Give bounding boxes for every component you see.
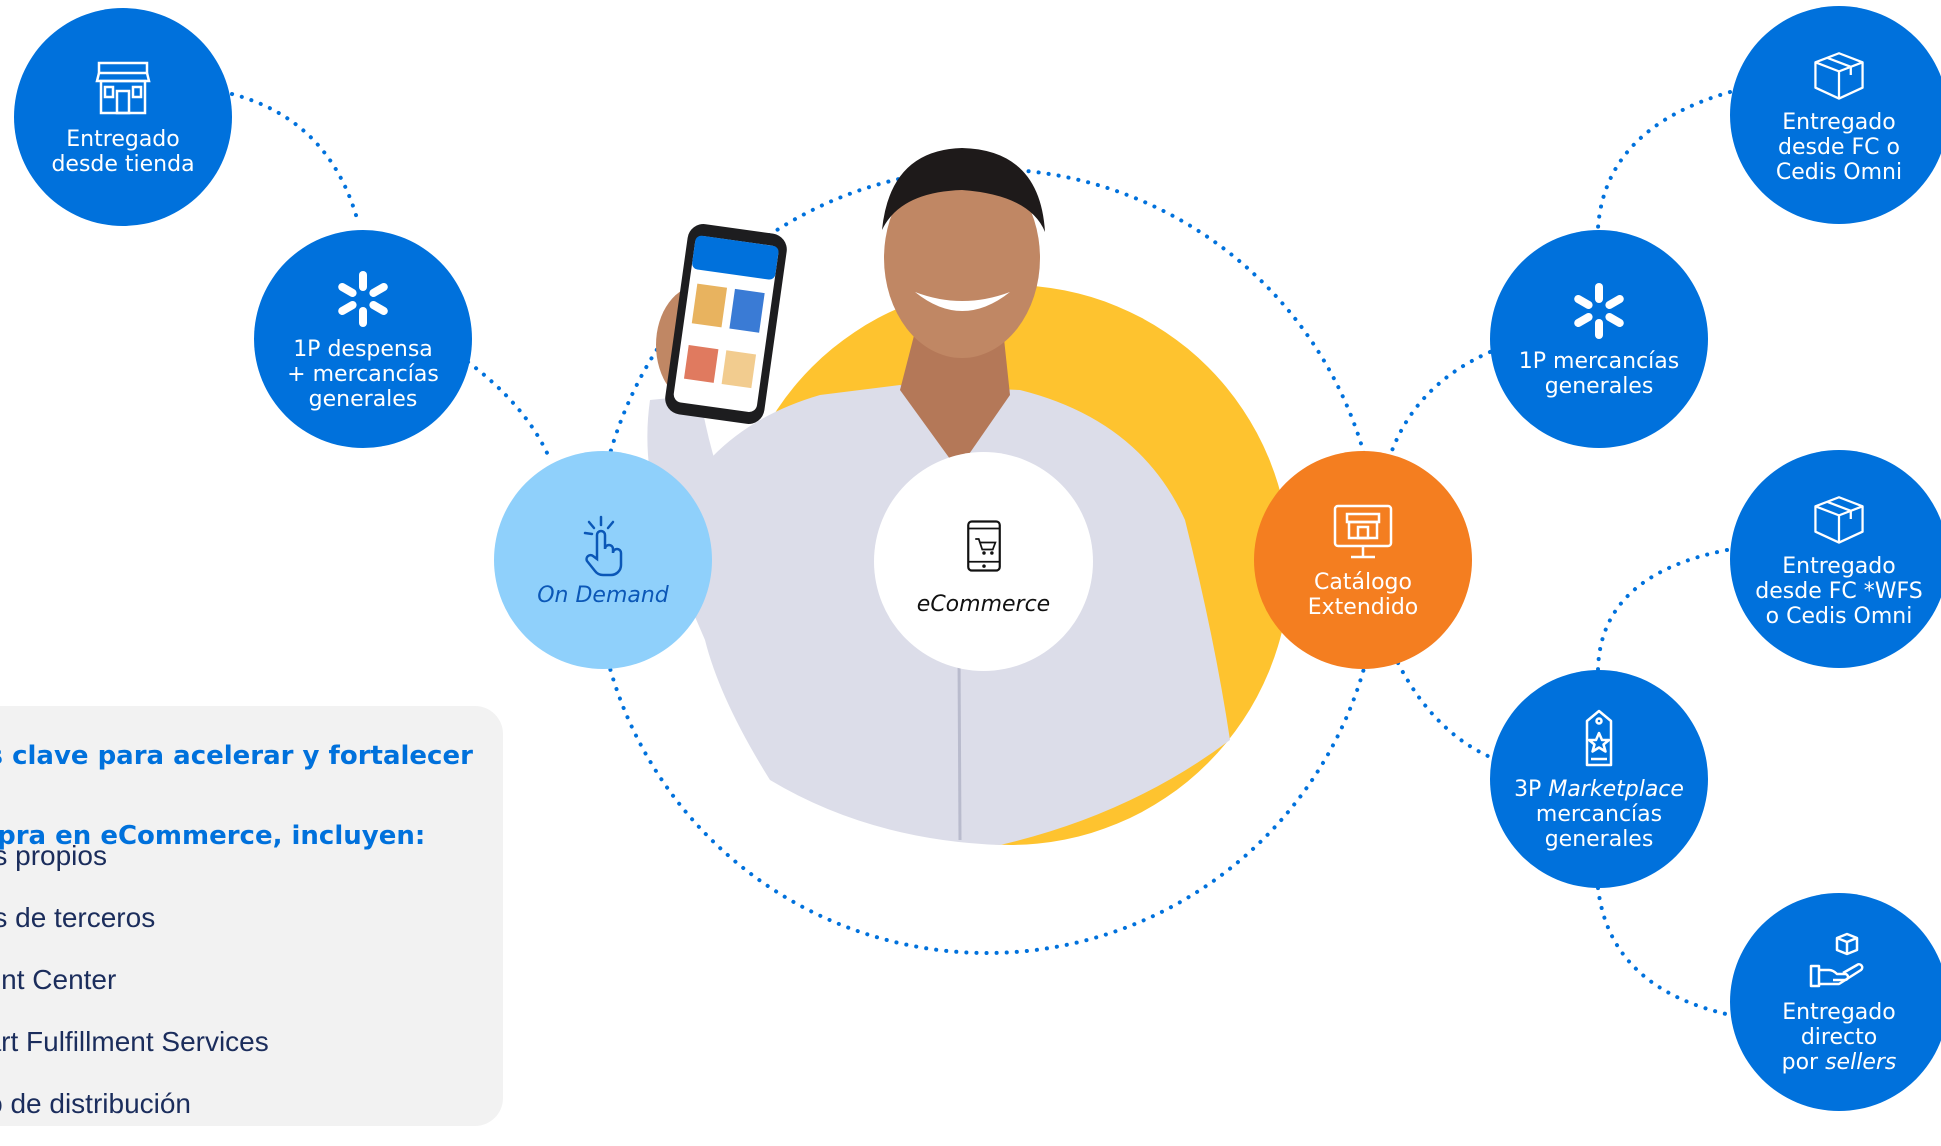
connector-1p-ondemand (466, 360, 550, 457)
key-capabilities-panel: as clave para acelerar y fortalecer la m… (0, 706, 503, 1126)
catalog-node: Catálogo Extendido (1254, 451, 1472, 669)
1p-general-label: 1P mercancías generales (1518, 349, 1680, 399)
tap-hand-icon (583, 515, 623, 576)
walmart-spark-icon (1574, 283, 1624, 339)
on-demand-node: On Demand (494, 451, 712, 669)
fc-delivery-node: Entregado desde FC o Cedis Omni (1730, 6, 1941, 224)
list-item: nent Center (0, 964, 117, 995)
1p-general-node: 1P mercancías generales (1490, 230, 1708, 448)
tag-star-icon (1585, 709, 1613, 766)
seller-delivery-label: Entregado directo por sellers (1781, 999, 1897, 1075)
store-monitor-icon (1333, 504, 1393, 559)
connector-1p-catalog (1388, 350, 1492, 458)
fc-delivery-label: Entregado desde FC o Cedis Omni (1775, 109, 1903, 185)
1p-grocery-label: 1P despensa + mercancías generales (287, 336, 439, 412)
wfs-delivery-label: Entregado desde FC *WFS o Cedis Omni (1755, 553, 1923, 629)
list-item: nart Fulfillment Services (0, 1026, 269, 1057)
store-icon (95, 61, 151, 115)
connector-3p-sellers (1596, 886, 1737, 1018)
1p-grocery-node: 1P despensa + mercancías generales (254, 230, 472, 448)
ecommerce-hub: eCommerce (874, 452, 1093, 671)
list-item: tos propios (0, 840, 107, 871)
connector-fc-1p (1596, 90, 1732, 230)
mobile-cart-icon (966, 520, 1001, 572)
on-demand-label: On Demand (537, 582, 669, 608)
connector-catalog-3p (1396, 661, 1499, 762)
hand-box-icon (1809, 932, 1864, 987)
seller-delivery-node: Entregado directo por sellers (1730, 893, 1941, 1111)
walmart-spark-icon (338, 270, 388, 327)
capabilities-list: tos propios tos de terceros nent Center … (0, 836, 269, 1146)
list-item: tos de terceros (0, 902, 156, 933)
connector-wfs-3p (1596, 548, 1729, 672)
store-delivery-label: Entregado desde tienda (51, 127, 195, 177)
wfs-delivery-node: Entregado desde FC *WFS o Cedis Omni (1730, 450, 1941, 668)
hub-label: eCommerce (916, 592, 1051, 617)
box-icon (1814, 51, 1864, 100)
box-icon (1814, 495, 1864, 544)
3p-marketplace-node: 3P Marketplace mercancías generales (1490, 670, 1708, 888)
3p-marketplace-label: 3P Marketplace mercancías generales (1514, 776, 1684, 852)
ecommerce-diagram: eCommerce On Demand Catálogo Extendido E… (0, 0, 1941, 1126)
catalog-label: Catálogo Extendido (1307, 570, 1419, 620)
connector-store-1p (230, 92, 360, 224)
list-item: tro de distribución (0, 1088, 192, 1119)
store-delivery-node: Entregado desde tienda (14, 8, 232, 226)
